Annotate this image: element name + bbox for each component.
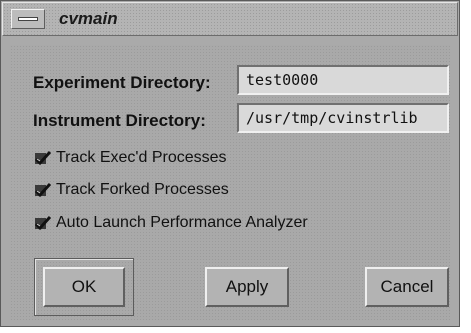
- instrument-directory-label: Instrument Directory:: [33, 111, 206, 130]
- window-menu-icon: [18, 17, 38, 21]
- track-forked-checkbox[interactable]: Track Forked Processes: [34, 179, 229, 201]
- window-title: cvmain: [59, 9, 118, 28]
- cancel-button[interactable]: Cancel: [365, 267, 449, 307]
- apply-button[interactable]: Apply: [205, 267, 289, 307]
- instrument-directory-field[interactable]: /usr/tmp/cvinstrlib: [237, 103, 449, 133]
- window-menu-button[interactable]: [11, 9, 45, 29]
- auto-launch-analyzer-label: Auto Launch Performance Analyzer: [56, 214, 308, 231]
- track-execd-checkbox[interactable]: Track Exec'd Processes: [34, 147, 227, 169]
- dialog-window: cvmain Experiment Directory: test0000 In…: [0, 0, 460, 327]
- checkmark-icon: [34, 182, 52, 199]
- track-execd-label: Track Exec'd Processes: [56, 149, 227, 166]
- auto-launch-analyzer-checkbox[interactable]: Auto Launch Performance Analyzer: [34, 212, 308, 234]
- experiment-directory-label: Experiment Directory:: [33, 73, 211, 92]
- experiment-directory-field[interactable]: test0000: [237, 65, 449, 95]
- ok-button[interactable]: OK: [43, 267, 125, 307]
- checkmark-icon: [34, 215, 52, 232]
- track-forked-label: Track Forked Processes: [56, 181, 229, 198]
- checkmark-icon: [34, 150, 52, 167]
- title-bar[interactable]: cvmain: [2, 2, 458, 36]
